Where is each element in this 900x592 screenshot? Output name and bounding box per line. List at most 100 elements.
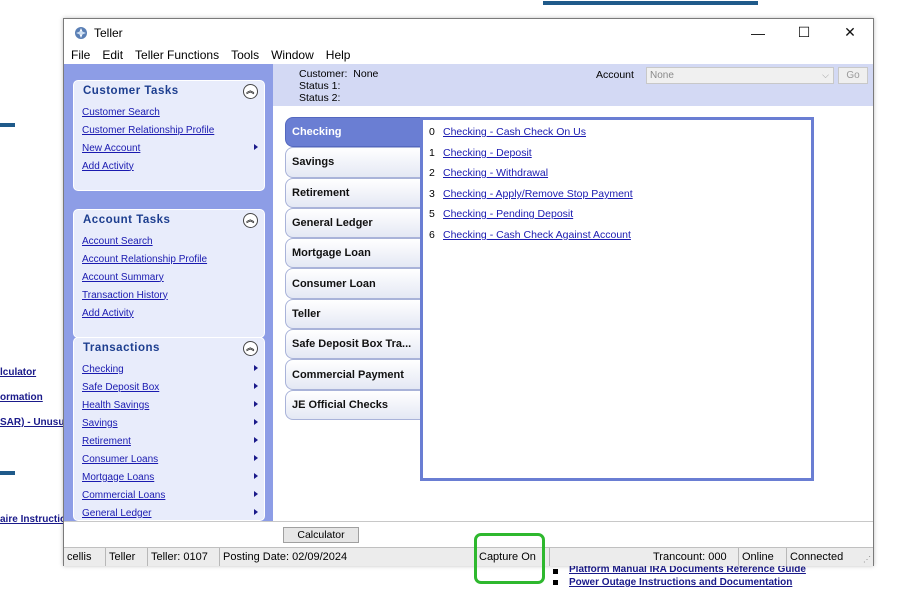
bullet-icon: [553, 569, 558, 574]
resize-grip-icon[interactable]: ⋰: [863, 555, 871, 564]
tab-mortgage-loan[interactable]: Mortgage Loan: [285, 238, 421, 269]
transaction-number: 3: [429, 188, 435, 200]
account-tasks-header: Account Tasks ︽: [74, 210, 264, 230]
task-transaction-history[interactable]: Transaction History: [82, 286, 264, 304]
title-bar[interactable]: Teller — ☐ ✕: [64, 19, 873, 46]
customer-tasks-title: Customer Tasks: [83, 85, 179, 97]
transaction-row[interactable]: 5 Checking - Pending Deposit: [429, 208, 573, 220]
tab-consumer-loan[interactable]: Consumer Loan: [285, 268, 421, 299]
minimize-button[interactable]: —: [735, 19, 781, 46]
customer-tasks-box: Customer Tasks ︽ Customer Search Custome…: [73, 80, 265, 191]
transaction-row[interactable]: 0 Checking - Cash Check On Us: [429, 126, 586, 138]
transaction-link[interactable]: Checking - Deposit: [443, 147, 532, 159]
background-link[interactable]: Power Outage Instructions and Documentat…: [569, 577, 792, 588]
background-link[interactable]: lculator: [0, 367, 36, 378]
menu-edit[interactable]: Edit: [102, 48, 123, 62]
transactions-box: Transactions ︽ Checking Safe Deposit Box…: [73, 337, 265, 521]
transaction-link[interactable]: Checking - Withdrawal: [443, 167, 548, 179]
transaction-general-ledger[interactable]: General Ledger: [82, 504, 264, 522]
task-account-search[interactable]: Account Search: [82, 232, 264, 250]
capture-highlight-annotation: [474, 533, 545, 584]
background-rule: [0, 123, 15, 127]
chevron-down-icon: ⌵: [822, 70, 829, 80]
task-account-add-activity[interactable]: Add Activity: [82, 304, 264, 322]
tab-savings[interactable]: Savings: [285, 147, 421, 178]
account-select[interactable]: None ⌵: [646, 67, 834, 84]
teller-app-icon: [75, 26, 87, 39]
submenu-arrow-icon: [254, 509, 258, 515]
transaction-link[interactable]: Checking - Cash Check Against Account: [443, 229, 631, 241]
task-account-summary[interactable]: Account Summary: [82, 268, 264, 286]
customer-info-header: Customer: None Status 1: Status 2: Accou…: [273, 64, 873, 106]
task-account-relationship-profile[interactable]: Account Relationship Profile: [82, 250, 264, 268]
tab-teller[interactable]: Teller: [285, 298, 421, 330]
collapse-up-icon[interactable]: ︽: [243, 212, 258, 228]
status2-label: Status 2:: [299, 92, 341, 104]
transaction-consumer-loans[interactable]: Consumer Loans: [82, 450, 264, 468]
tab-checking[interactable]: Checking: [285, 117, 421, 148]
background-link[interactable]: aire Instructio: [0, 514, 66, 525]
status-trancount: Trancount: 000: [650, 548, 739, 566]
go-button[interactable]: Go: [838, 67, 868, 84]
status-connected: Connected: [790, 551, 844, 563]
task-new-account[interactable]: New Account: [82, 139, 264, 157]
tab-je-official-checks[interactable]: JE Official Checks: [285, 389, 421, 420]
transaction-commercial-loans[interactable]: Commercial Loans: [82, 486, 264, 504]
transaction-safe-deposit-box[interactable]: Safe Deposit Box: [82, 378, 264, 396]
transaction-row[interactable]: 2 Checking - Withdrawal: [429, 167, 548, 179]
customer-line: Customer: None: [299, 68, 378, 80]
collapse-up-icon[interactable]: ︽: [243, 340, 258, 356]
transactions-header: Transactions ︽: [74, 338, 264, 358]
submenu-arrow-icon: [254, 144, 258, 150]
status-role: Teller: [106, 548, 148, 566]
maximize-button[interactable]: ☐: [781, 19, 827, 46]
background-link[interactable]: ormation: [0, 392, 43, 403]
collapse-up-icon[interactable]: ︽: [243, 83, 258, 99]
menu-teller-functions[interactable]: Teller Functions: [135, 48, 219, 62]
transaction-number: 6: [429, 229, 435, 241]
transaction-number: 1: [429, 147, 435, 159]
transaction-link[interactable]: Checking - Apply/Remove Stop Payment: [443, 188, 633, 200]
menu-help[interactable]: Help: [326, 48, 351, 62]
transaction-number: 5: [429, 208, 435, 220]
transaction-mortgage-loans[interactable]: Mortgage Loans: [82, 468, 264, 486]
transaction-link[interactable]: Checking - Cash Check On Us: [443, 126, 586, 138]
transaction-row[interactable]: 1 Checking - Deposit: [429, 147, 532, 159]
status-posting-date: Posting Date: 02/09/2024: [220, 548, 476, 566]
tab-general-ledger[interactable]: General Ledger: [285, 207, 421, 239]
customer-value: None: [353, 68, 379, 80]
task-customer-search[interactable]: Customer Search: [82, 103, 264, 121]
menu-tools[interactable]: Tools: [231, 48, 259, 62]
account-tasks-title: Account Tasks: [83, 214, 171, 226]
bottom-toolbar: Calculator: [64, 521, 873, 547]
transaction-savings[interactable]: Savings: [82, 414, 264, 432]
submenu-arrow-icon: [254, 491, 258, 497]
task-add-activity[interactable]: Add Activity: [82, 157, 264, 175]
bullet-icon: [553, 580, 558, 585]
task-customer-relationship-profile[interactable]: Customer Relationship Profile: [82, 121, 264, 139]
menu-window[interactable]: Window: [271, 48, 314, 62]
transaction-row[interactable]: 3 Checking - Apply/Remove Stop Payment: [429, 188, 633, 200]
transaction-health-savings[interactable]: Health Savings: [82, 396, 264, 414]
account-select-value: None: [650, 70, 674, 81]
transaction-retirement[interactable]: Retirement: [82, 432, 264, 450]
account-tasks-box: Account Tasks ︽ Account Search Account R…: [73, 209, 265, 338]
background-link[interactable]: SAR) - Unusu: [0, 417, 64, 428]
tab-retirement[interactable]: Retirement: [285, 177, 421, 208]
status-online: Online: [739, 548, 787, 566]
status-bar: cellis Teller Teller: 0107 Posting Date:…: [64, 547, 873, 566]
submenu-arrow-icon: [254, 365, 258, 371]
transaction-category-tabs: Checking Savings Retirement General Ledg…: [285, 117, 421, 420]
close-button[interactable]: ✕: [827, 19, 873, 46]
window-title: Teller: [94, 25, 123, 40]
menu-file[interactable]: File: [71, 48, 90, 62]
transaction-row[interactable]: 6 Checking - Cash Check Against Account: [429, 229, 631, 241]
transaction-link[interactable]: Checking - Pending Deposit: [443, 208, 573, 220]
tab-safe-deposit-box[interactable]: Safe Deposit Box Tra...: [285, 329, 421, 360]
submenu-arrow-icon: [254, 455, 258, 461]
transaction-checking[interactable]: Checking: [82, 360, 264, 378]
submenu-arrow-icon: [254, 473, 258, 479]
calculator-button[interactable]: Calculator: [283, 527, 359, 543]
submenu-arrow-icon: [254, 437, 258, 443]
tab-commercial-payment[interactable]: Commercial Payment: [285, 359, 421, 390]
